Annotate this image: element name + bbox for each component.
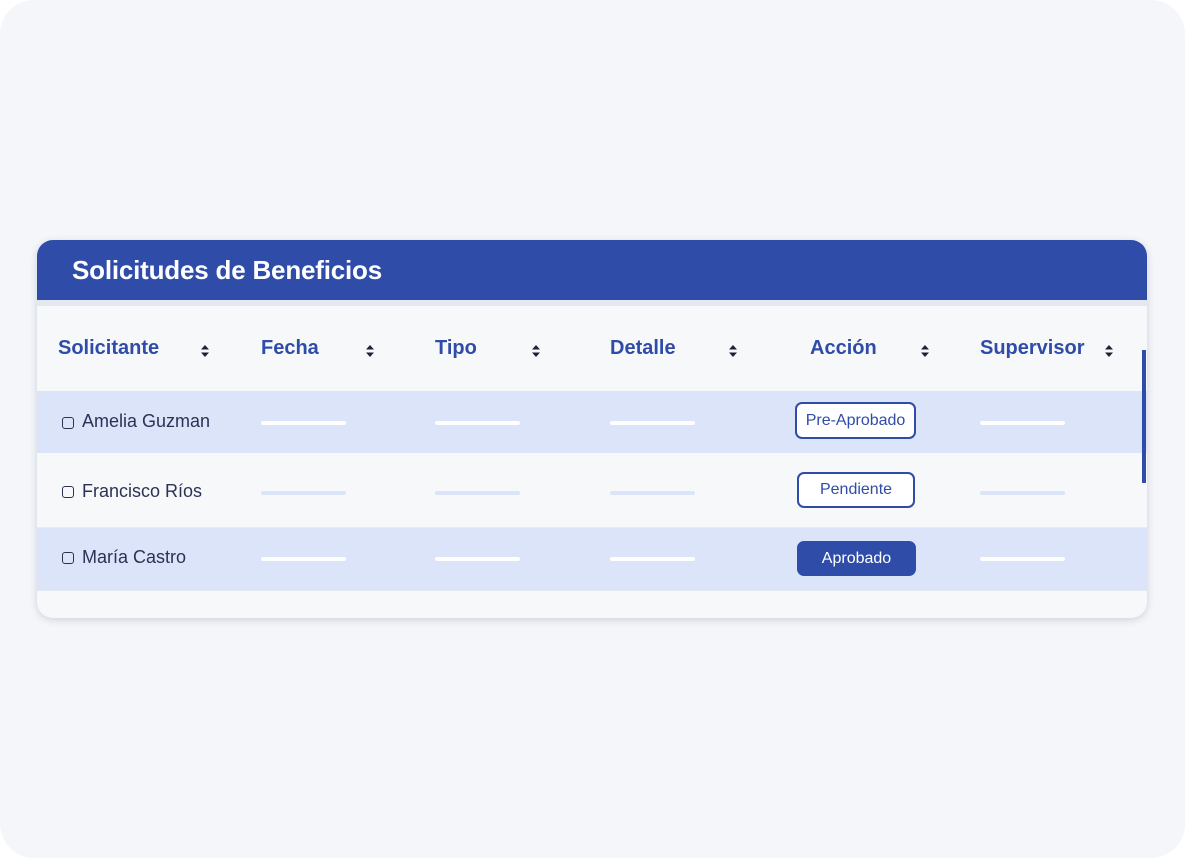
applicant-name: Francisco Ríos	[82, 481, 203, 501]
sort-updown-icon[interactable]	[531, 345, 541, 357]
sort-updown-icon[interactable]	[200, 345, 210, 357]
column-header-solicitante[interactable]: Solicitante	[58, 337, 159, 360]
table-row[interactable]: Amelia Guzman Pre-Aprobado	[37, 391, 1147, 453]
column-header-tipo[interactable]: Tipo	[435, 337, 477, 360]
panel-header: Solicitudes de Beneficios	[37, 240, 1147, 300]
tipo-placeholder	[435, 491, 520, 495]
column-header-supervisor[interactable]: Supervisor	[980, 337, 1084, 360]
applicant-name: María Castro	[82, 547, 187, 567]
sort-updown-icon[interactable]	[728, 345, 738, 357]
supervisor-placeholder	[980, 557, 1065, 561]
tipo-placeholder	[435, 557, 520, 561]
benefits-requests-panel: Solicitudes de Beneficios Solicitante Fe…	[37, 240, 1147, 618]
supervisor-placeholder	[980, 491, 1065, 495]
fecha-placeholder	[261, 491, 346, 495]
row-divider	[37, 590, 1147, 591]
detalle-placeholder	[610, 421, 695, 425]
panel-title: Solicitudes de Beneficios	[72, 255, 382, 285]
detalle-placeholder	[610, 557, 695, 561]
applicant-name: Amelia Guzman	[82, 411, 211, 431]
row-checkbox[interactable]	[62, 552, 74, 564]
row-checkbox[interactable]	[62, 486, 74, 498]
page-background: Solicitudes de Beneficios Solicitante Fe…	[0, 0, 1185, 858]
status-button[interactable]: Pre-Aprobado	[795, 402, 916, 439]
detalle-placeholder	[610, 491, 695, 495]
sort-updown-icon[interactable]	[1104, 345, 1114, 357]
fecha-placeholder	[261, 421, 346, 425]
sort-updown-icon[interactable]	[920, 345, 930, 357]
sort-updown-icon[interactable]	[365, 345, 375, 357]
table-row[interactable]: María Castro Aprobado	[37, 528, 1147, 590]
tipo-placeholder	[435, 421, 520, 425]
status-button[interactable]: Aprobado	[797, 541, 916, 576]
column-header-detalle[interactable]: Detalle	[610, 337, 676, 360]
row-checkbox[interactable]	[62, 417, 74, 429]
header-divider	[37, 300, 1147, 306]
column-header-fecha[interactable]: Fecha	[261, 337, 319, 360]
table-row[interactable]: Francisco Ríos Pendiente	[37, 453, 1147, 528]
column-header-accion[interactable]: Acción	[810, 337, 877, 360]
fecha-placeholder	[261, 557, 346, 561]
supervisor-placeholder	[980, 421, 1065, 425]
vertical-scrollbar[interactable]	[1142, 350, 1146, 483]
status-button[interactable]: Pendiente	[797, 472, 915, 508]
